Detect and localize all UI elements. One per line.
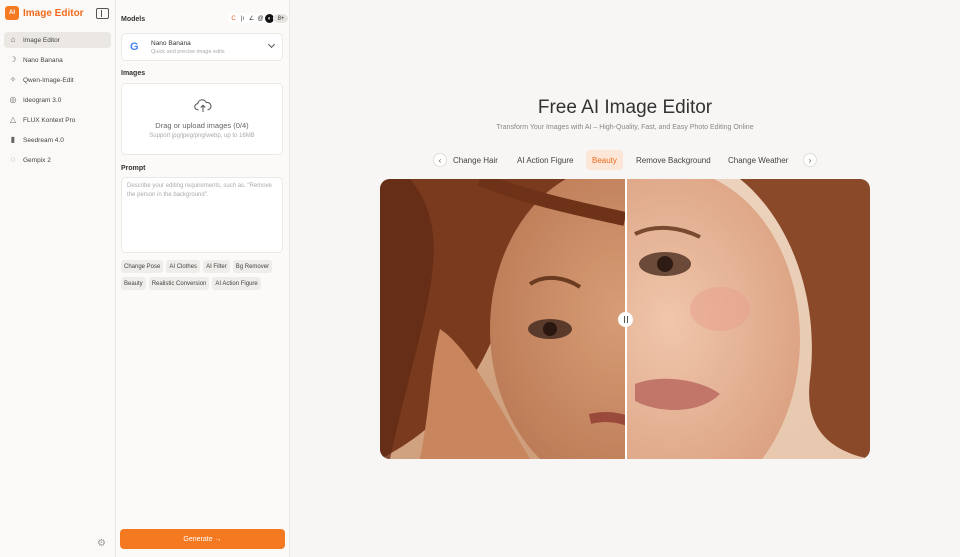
sidebar-item-qwen[interactable]: ✧ Qwen-Image-Edit <box>4 72 111 88</box>
google-icon: G <box>130 41 139 53</box>
tab-beauty[interactable]: Beauty <box>586 150 623 170</box>
chip-realistic-conversion[interactable]: Realistic Conversion <box>148 277 210 290</box>
main-content: Free AI Image Editor Transform Your Imag… <box>290 0 960 557</box>
chevron-down-icon <box>267 40 276 49</box>
qwen-icon: ✧ <box>9 75 17 84</box>
prompt-label: Prompt <box>121 165 146 172</box>
control-panel: Models C |ı ∠ @ ◐ 8+ G Nano Banana Quick… <box>116 0 290 557</box>
images-label: Images <box>121 70 146 77</box>
brand[interactable]: AI Image Editor <box>5 6 84 20</box>
more-models-badge: 8+ <box>273 13 289 24</box>
sidebar-item-label: Gempix 2 <box>23 156 51 164</box>
sidebar-item-image-editor[interactable]: ⌂ Image Editor <box>4 32 111 48</box>
home-icon: ⌂ <box>10 35 16 44</box>
model-name: Nano Banana <box>151 40 191 47</box>
comparison-drag-handle[interactable] <box>618 312 633 327</box>
sidebar-item-ideogram[interactable]: ◎ Ideogram 3.0 <box>4 92 111 108</box>
chip-ai-filter[interactable]: AI Filter <box>203 260 230 273</box>
chip-bg-remover[interactable]: Bg Remover <box>232 260 273 273</box>
brand-logo: AI <box>5 6 19 20</box>
tab-change-weather[interactable]: Change Weather <box>722 150 794 170</box>
sidebar-item-label: Image Editor <box>23 36 60 44</box>
flux-icon: △ <box>9 115 17 124</box>
upload-title: Drag or upload images (0/4) <box>155 121 249 130</box>
tab-change-hair[interactable]: Change Hair <box>447 150 504 170</box>
page-subtitle: Transform Your Images with AI – High-Qua… <box>496 124 754 131</box>
example-tabs: ‹ Change Hair AI Action Figure Beauty Re… <box>433 150 817 170</box>
generate-button[interactable]: Generate → <box>120 529 285 549</box>
ideogram-icon: ◎ <box>9 95 17 104</box>
upload-cloud-icon <box>194 99 212 112</box>
sidebar-item-label: FLUX Kontext Pro <box>23 116 76 124</box>
gempix-icon: ◌ <box>10 155 16 164</box>
seedream-icon: ▮ <box>10 135 16 144</box>
collapse-sidebar-button[interactable] <box>96 8 109 19</box>
upload-hint: Support jpg/jpeg/png/webp, up to 16MB <box>149 133 255 139</box>
model-icons[interactable]: C |ı ∠ @ ◐ 8+ <box>228 13 289 24</box>
banana-icon: ☽ <box>9 55 17 64</box>
sidebar-item-seedream[interactable]: ▮ Seedream 4.0 <box>4 132 111 148</box>
sidebar-item-label: Qwen-Image-Edit <box>23 76 74 84</box>
sidebar-nav: ⌂ Image Editor ☽ Nano Banana ✧ Qwen-Imag… <box>4 32 111 172</box>
chip-ai-action-figure[interactable]: AI Action Figure <box>212 277 261 290</box>
sidebar-item-label: Nano Banana <box>23 56 63 64</box>
sidebar-item-flux[interactable]: △ FLUX Kontext Pro <box>4 112 111 128</box>
sidebar-item-nano-banana[interactable]: ☽ Nano Banana <box>4 52 111 68</box>
before-after-comparison[interactable] <box>380 179 870 459</box>
settings-icon[interactable]: ⚙ <box>97 539 107 549</box>
tab-ai-action-figure[interactable]: AI Action Figure <box>511 150 579 170</box>
sidebar-item-label: Ideogram 3.0 <box>23 96 62 104</box>
prompt-chips: Change Pose AI Clothes AI Filter Bg Remo… <box>121 260 286 290</box>
tab-remove-background[interactable]: Remove Background <box>630 150 717 170</box>
models-label: Models <box>121 16 146 23</box>
brand-name: Image Editor <box>23 7 84 19</box>
model-desc: Quick and precise image edits <box>151 49 225 55</box>
sidebar-item-label: Seedream 4.0 <box>23 136 64 144</box>
image-upload-dropzone[interactable]: Drag or upload images (0/4) Support jpg/… <box>121 83 283 155</box>
chip-ai-clothes[interactable]: AI Clothes <box>166 260 201 273</box>
sidebar: AI Image Editor ⌂ Image Editor ☽ Nano Ba… <box>0 0 116 557</box>
chip-change-pose[interactable]: Change Pose <box>121 260 164 273</box>
page-title: Free AI Image Editor <box>537 97 713 118</box>
chevron-left-icon[interactable]: ‹ <box>433 153 447 167</box>
chevron-right-icon[interactable]: › <box>803 153 817 167</box>
model-select[interactable]: G Nano Banana Quick and precise image ed… <box>121 33 283 61</box>
sidebar-item-gempix[interactable]: ◌ Gempix 2 <box>4 152 111 168</box>
chip-beauty[interactable]: Beauty <box>121 277 146 290</box>
prompt-input[interactable] <box>121 177 283 253</box>
